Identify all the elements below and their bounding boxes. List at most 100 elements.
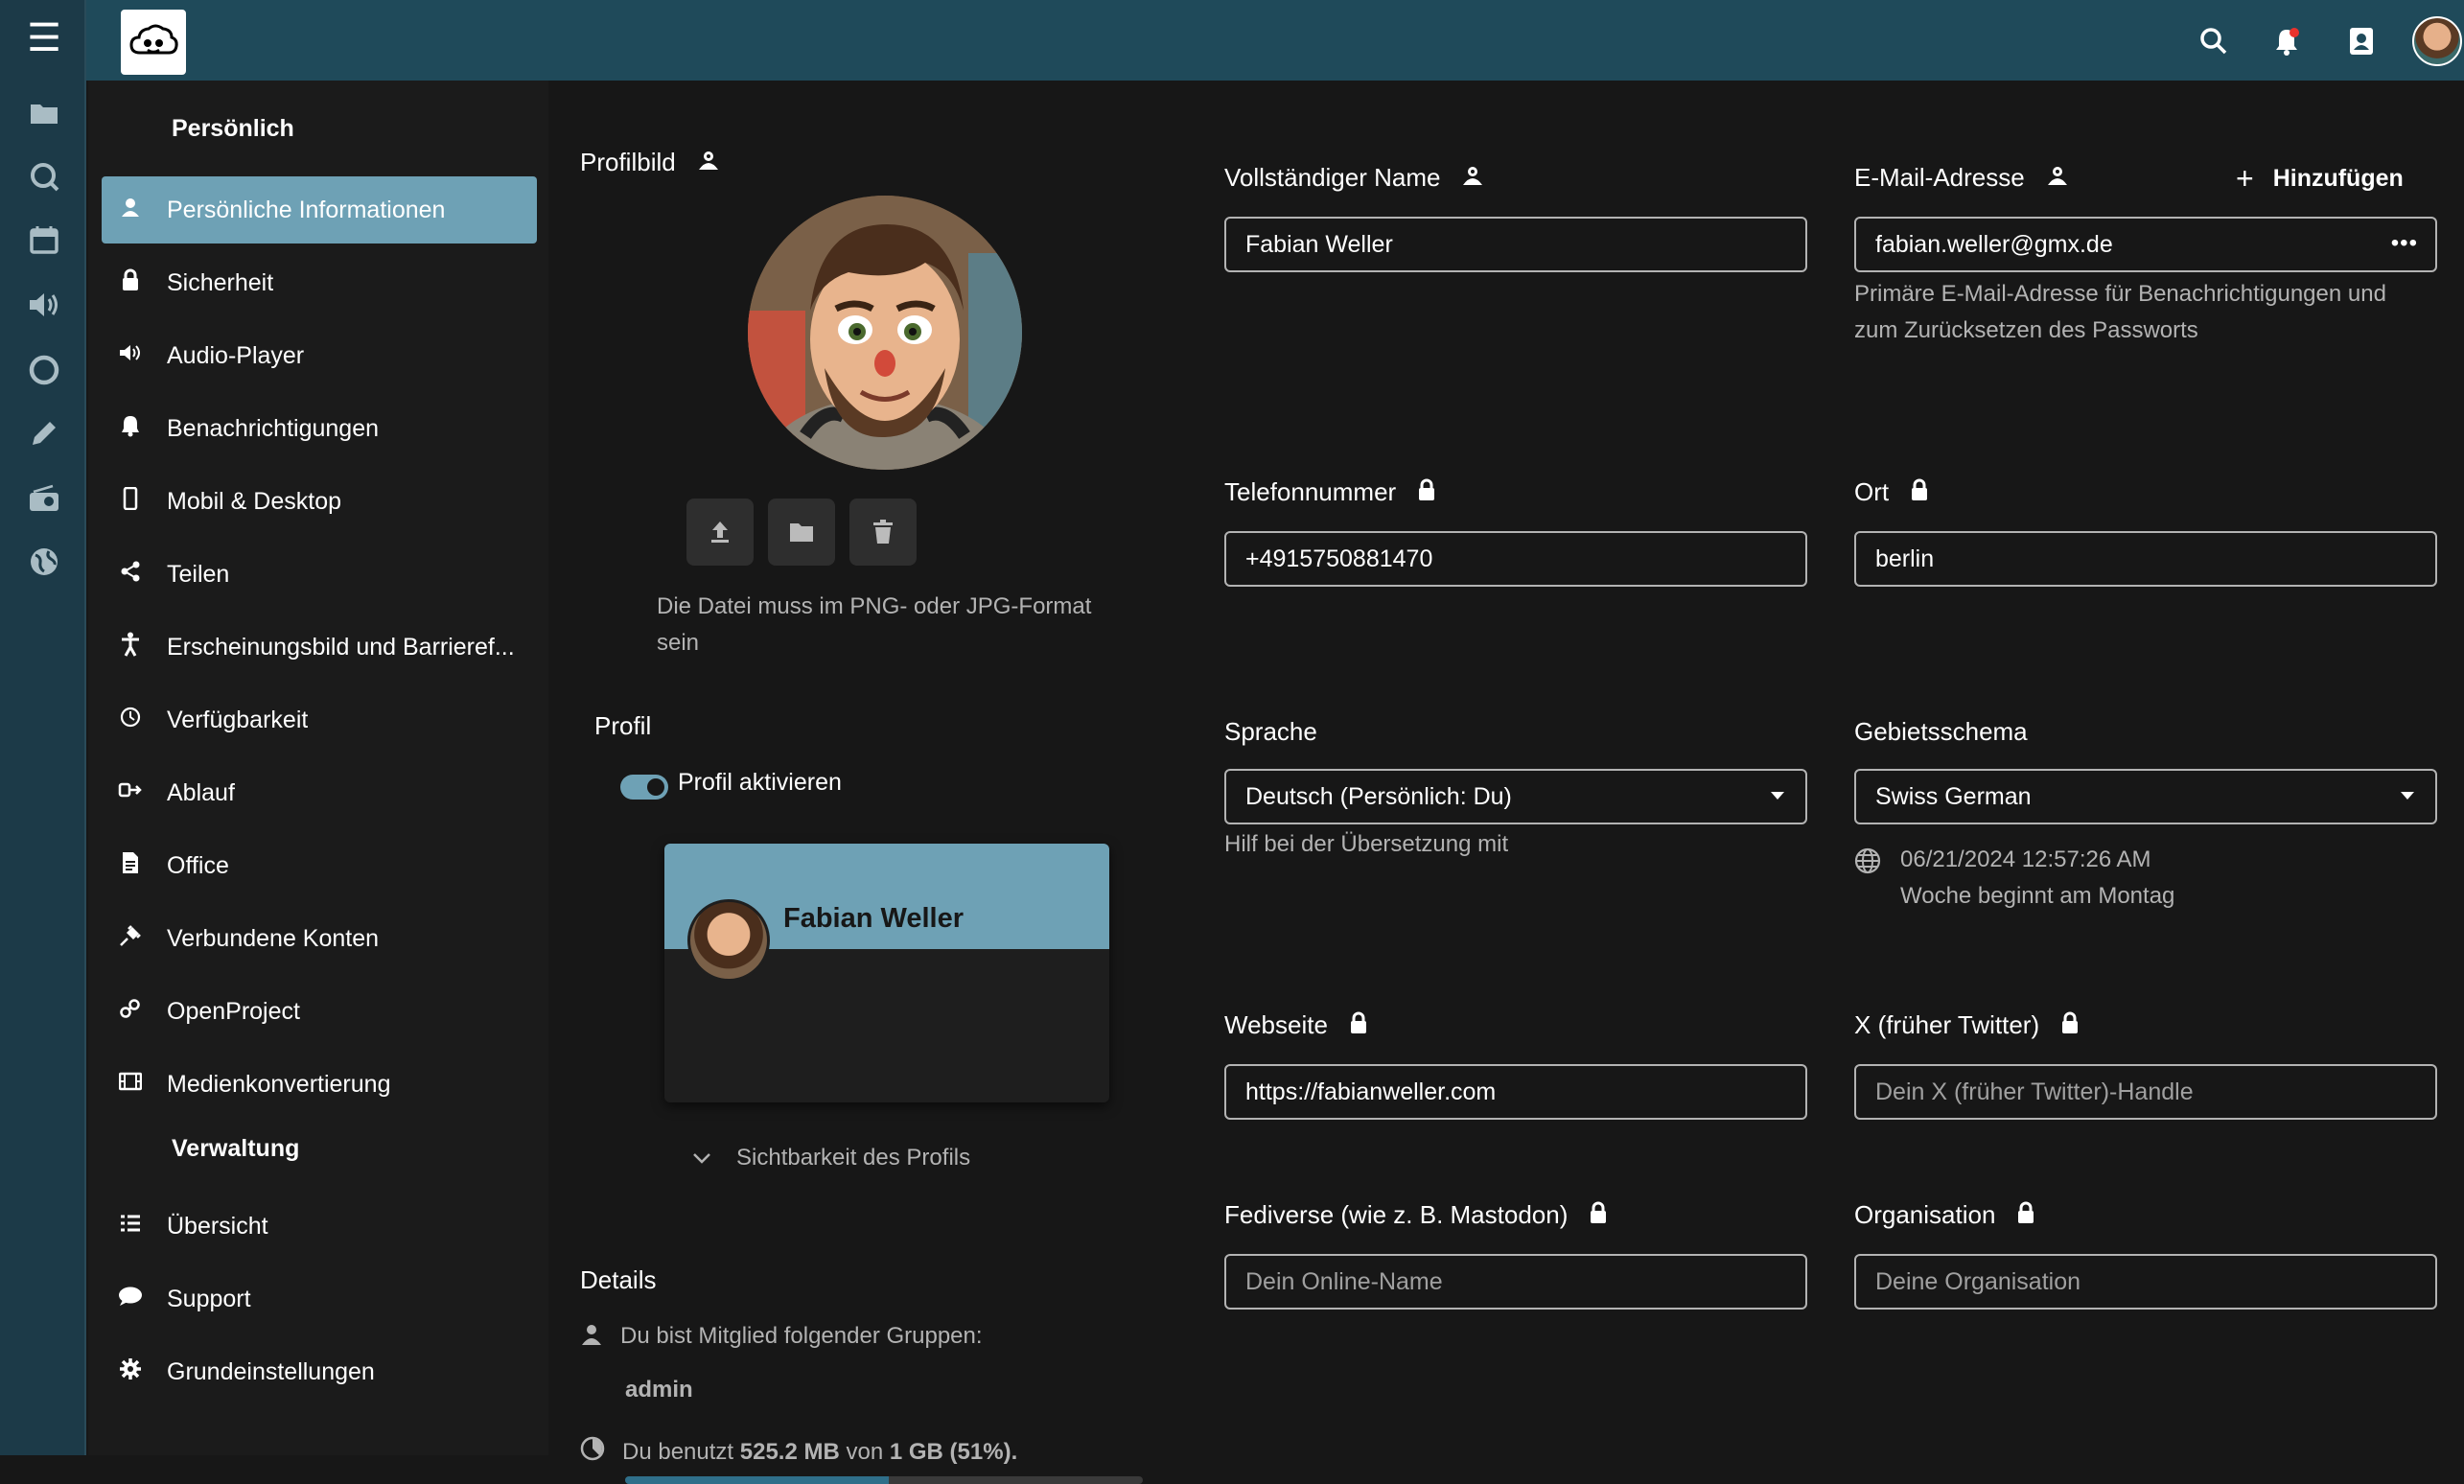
chevron-down-icon — [692, 1145, 711, 1171]
fediverse-field[interactable]: Dein Online-Name — [1224, 1254, 1807, 1310]
phone-icon — [102, 486, 159, 517]
usage-used: 525.2 MB — [739, 1438, 840, 1465]
usage-mid: von — [846, 1438, 884, 1465]
sidebar-item-label: OpenProject — [167, 997, 300, 1025]
fediverse-label: Fediverse (wie z. B. Mastodon) — [1224, 1200, 1608, 1230]
organisation-field[interactable]: Deine Organisation — [1854, 1254, 2437, 1310]
notification-bell-icon[interactable] — [2263, 17, 2311, 65]
choose-from-files-button[interactable] — [768, 499, 835, 566]
sidebar-item-openproject[interactable]: OpenProject — [102, 978, 537, 1045]
top-bar — [0, 0, 2464, 81]
menu-icon[interactable]: ☰ — [23, 17, 65, 59]
sidebar-item-label: Verfügbarkeit — [167, 706, 309, 733]
radio-icon[interactable] — [23, 477, 65, 520]
calendar-icon[interactable] — [23, 219, 65, 261]
lock-icon[interactable] — [2060, 1011, 2080, 1040]
usage-prefix: Du benutzt — [622, 1438, 734, 1465]
sidebar-item-basic-settings[interactable]: Grundeinstellungen — [102, 1338, 537, 1405]
sidebar-item-audio-player[interactable]: Audio-Player — [102, 322, 537, 389]
sidebar-item-media-conversion[interactable]: Medienkonvertierung — [102, 1051, 537, 1118]
email-field[interactable]: fabian.weller@gmx.de ••• — [1854, 217, 2437, 272]
lock-icon[interactable] — [1417, 478, 1436, 507]
sidebar-item-overview[interactable]: Übersicht — [102, 1193, 537, 1260]
sidebar-item-label: Ablauf — [167, 778, 235, 806]
openproject-icon — [102, 998, 159, 1026]
language-select[interactable]: Deutsch (Persönlich: Du) — [1224, 769, 1807, 824]
sidebar-item-label: Teilen — [167, 560, 230, 588]
profile-visibility-toggle[interactable]: Sichtbarkeit des Profils — [692, 1145, 970, 1171]
sidebar-item-mobile-desktop[interactable]: Mobil & Desktop — [102, 468, 537, 535]
sidebar-item-label: Benachrichtigungen — [167, 414, 379, 442]
phone-field[interactable]: +4915750881470 — [1224, 531, 1807, 587]
locale-current-time: 06/21/2024 12:57:26 AM — [1900, 846, 2151, 872]
details-title: Details — [580, 1265, 657, 1294]
groups-info: Du bist Mitglied folgender Gruppen: — [580, 1323, 983, 1353]
profile-picture-label: Profilbild — [580, 148, 720, 177]
sidebar-item-notifications[interactable]: Benachrichtigungen — [102, 395, 537, 462]
sidebar-item-appearance-accessibility[interactable]: Erscheinungsbild und Barrieref... — [102, 614, 537, 681]
sidebar-item-personal-info[interactable]: Persönliche Informationen — [102, 176, 537, 243]
city-field[interactable]: berlin — [1854, 531, 2437, 587]
section-title-personal: Persönlich — [172, 115, 294, 142]
upload-button[interactable] — [686, 499, 754, 566]
sidebar-item-support[interactable]: Support — [102, 1265, 537, 1333]
group-name: admin — [625, 1377, 693, 1403]
twitter-label-text: X (früher Twitter) — [1854, 1010, 2040, 1039]
website-label: Webseite — [1224, 1010, 1368, 1040]
audio-icon[interactable] — [23, 284, 65, 326]
add-email-button[interactable]: + Hinzufügen — [2236, 161, 2404, 197]
more-actions-icon[interactable]: ••• — [2391, 230, 2418, 257]
organisation-label: Organisation — [1854, 1200, 2035, 1230]
globe-icon[interactable] — [23, 541, 65, 583]
search-icon[interactable] — [2190, 17, 2238, 65]
locale-week-start: Woche beginnt am Montag — [1900, 883, 2175, 909]
usage-total: 1 GB — [889, 1438, 943, 1465]
nextcloud-logo[interactable] — [121, 10, 186, 75]
settings-sidebar: Persönlich Persönliche Informationen Sic… — [88, 81, 548, 1455]
speaker-icon — [102, 342, 159, 369]
lock-icon[interactable] — [1589, 1201, 1608, 1230]
profile-enable-toggle[interactable] — [620, 775, 668, 800]
usage-percent: (51%). — [949, 1438, 1018, 1465]
search-icon[interactable] — [23, 155, 65, 197]
full-name-label-text: Vollständiger Name — [1224, 163, 1441, 192]
sidebar-item-label: Persönliche Informationen — [167, 196, 446, 223]
flow-icon — [102, 779, 159, 806]
sidebar-item-sharing[interactable]: Teilen — [102, 541, 537, 608]
sidebar-item-flow[interactable]: Ablauf — [102, 759, 537, 826]
sidebar-item-label: Audio-Player — [167, 341, 305, 369]
storage-progress-fill — [625, 1476, 890, 1484]
user-avatar[interactable] — [2412, 16, 2462, 66]
lock-icon[interactable] — [1349, 1011, 1368, 1040]
profile-enable-label[interactable]: Profil aktivieren — [678, 769, 842, 797]
visibility-scope-icon[interactable] — [697, 149, 720, 177]
twitter-field[interactable]: Dein X (früher Twitter)-Handle — [1854, 1064, 2437, 1120]
locale-select-value: Swiss German — [1875, 782, 2032, 810]
lock-icon[interactable] — [2016, 1201, 2035, 1230]
locale-select[interactable]: Swiss German — [1854, 769, 2437, 824]
sidebar-item-office[interactable]: Office — [102, 832, 537, 899]
contacts-icon[interactable] — [2337, 17, 2385, 65]
sidebar-item-security[interactable]: Sicherheit — [102, 249, 537, 316]
sidebar-item-connected-accounts[interactable]: Verbundene Konten — [102, 905, 537, 972]
website-field[interactable]: https://fabianweller.com — [1224, 1064, 1807, 1120]
circle-icon[interactable] — [23, 349, 65, 391]
share-icon — [102, 561, 159, 589]
document-icon — [102, 851, 159, 881]
storage-progress-bar — [625, 1476, 1143, 1484]
profile-preview-card[interactable]: Fabian Weller — [664, 844, 1109, 1102]
visibility-scope-icon[interactable] — [1461, 164, 1484, 193]
fediverse-label-text: Fediverse (wie z. B. Mastodon) — [1224, 1200, 1569, 1229]
phone-label: Telefonnummer — [1224, 477, 1436, 507]
app-rail: ☰ — [0, 0, 86, 1455]
delete-picture-button[interactable] — [849, 499, 917, 566]
sidebar-item-availability[interactable]: Verfügbarkeit — [102, 686, 537, 754]
visibility-scope-icon[interactable] — [2046, 164, 2069, 193]
files-icon[interactable] — [23, 92, 65, 134]
notes-icon[interactable] — [23, 412, 65, 454]
section-title-admin: Verwaltung — [172, 1135, 300, 1162]
full-name-field[interactable]: Fabian Weller — [1224, 217, 1807, 272]
website-label-text: Webseite — [1224, 1010, 1328, 1039]
lock-icon[interactable] — [1910, 478, 1929, 507]
translation-help-link[interactable]: Hilf bei der Übersetzung mit — [1224, 826, 1508, 863]
